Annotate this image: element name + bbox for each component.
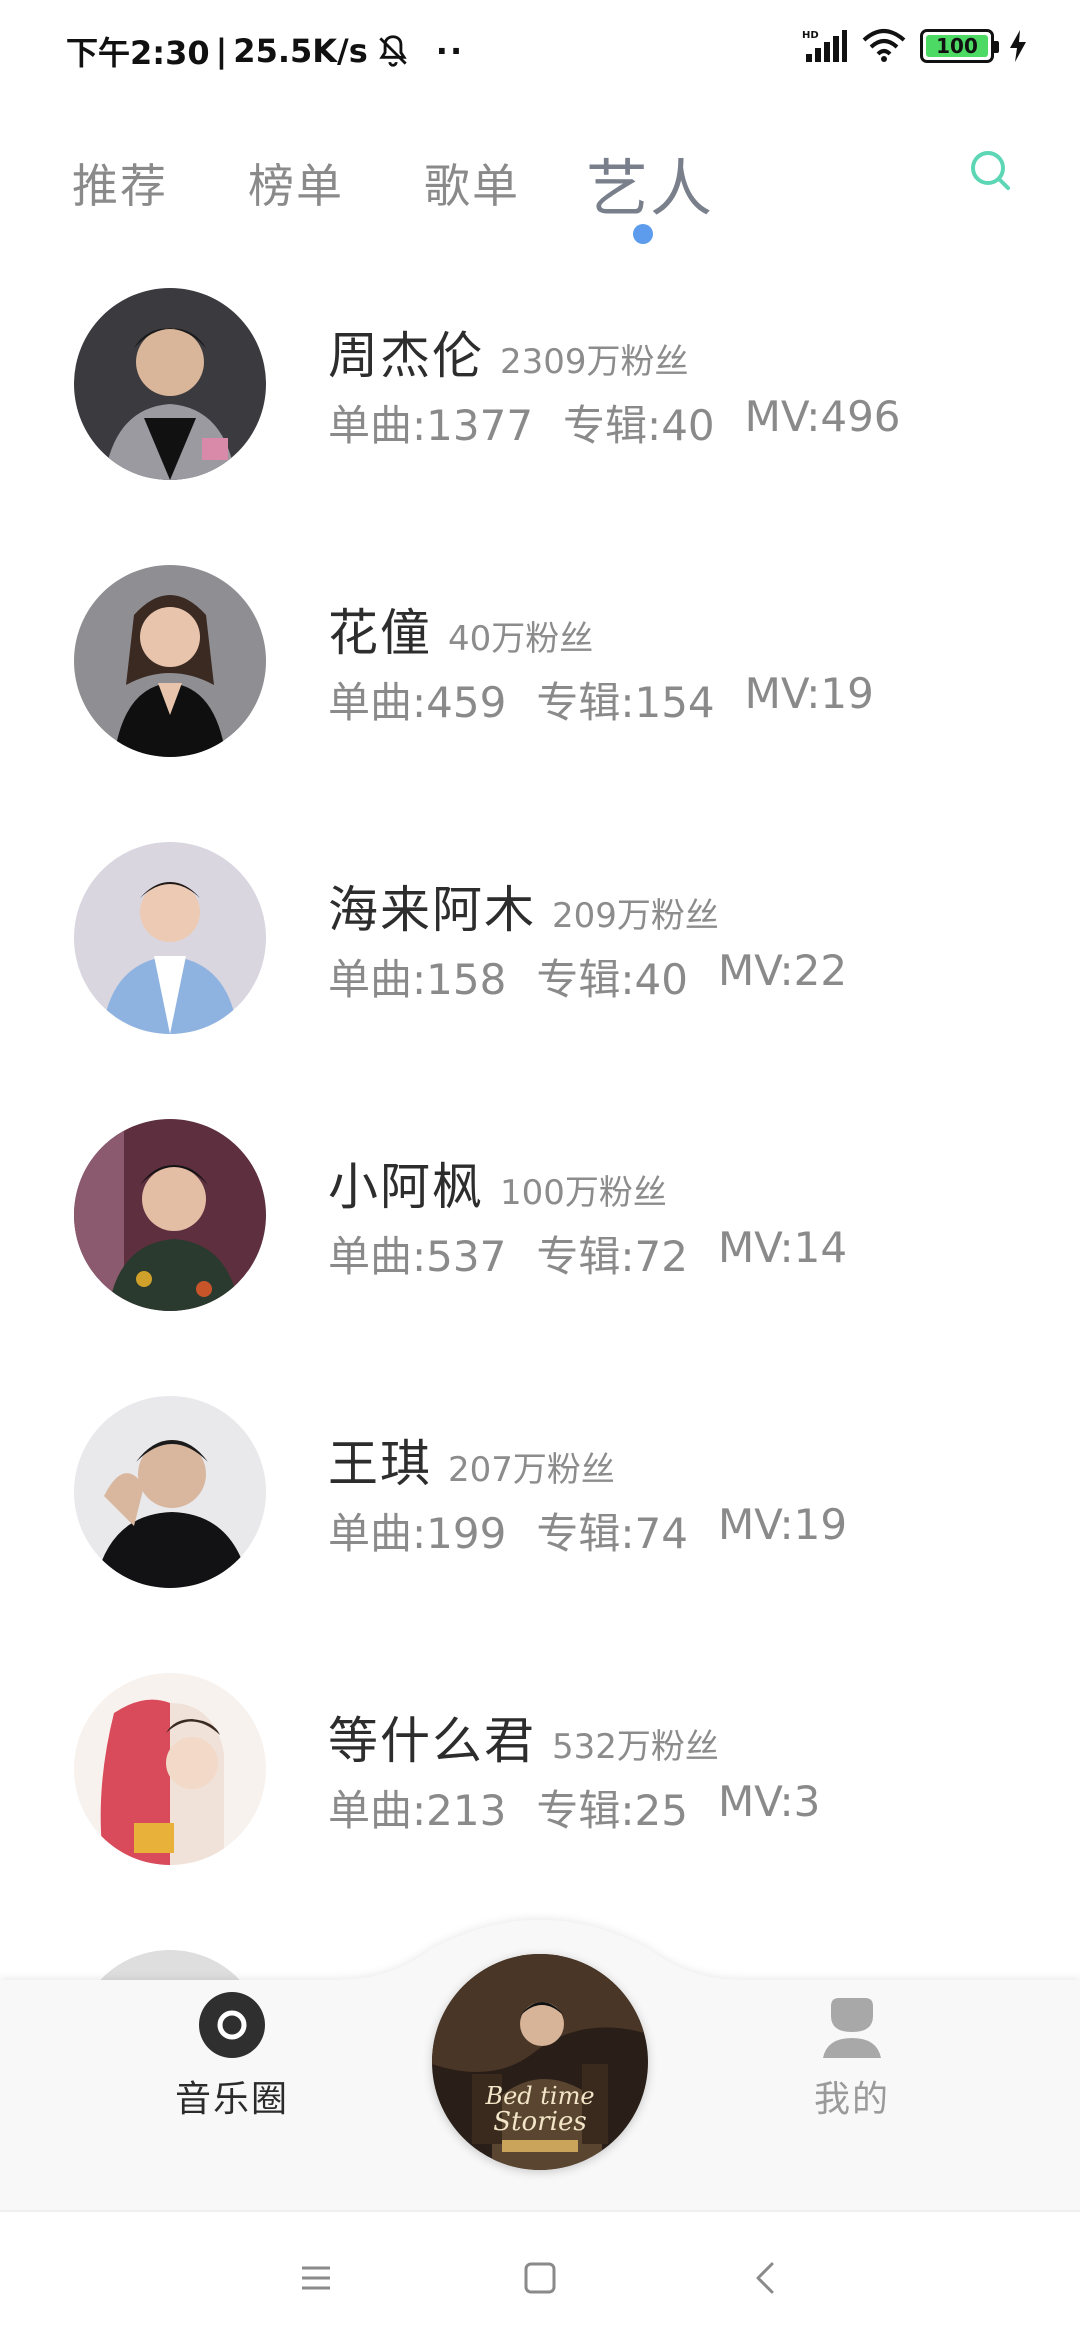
artist-fans: 40万粉丝 xyxy=(448,619,594,659)
menu-icon[interactable] xyxy=(290,2252,342,2304)
artist-name: 花僮 xyxy=(328,604,432,662)
artist-songs: 单曲:459 xyxy=(328,678,507,727)
artist-name-line: 花僮 40万粉丝 xyxy=(328,593,593,665)
artist-stats: 单曲:213 专辑:25 MV:3 xyxy=(328,1777,820,1838)
artist-row[interactable]: 花僮 40万粉丝 单曲:459 专辑:154 MV:19 xyxy=(0,557,1080,767)
artist-fans: 100万粉丝 xyxy=(500,1173,667,1213)
artist-row[interactable]: 小阿枫 100万粉丝 单曲:537 专辑:72 MV:14 xyxy=(0,1111,1080,1321)
artist-stats: 单曲:199 专辑:74 MV:19 xyxy=(328,1500,847,1561)
artist-name: 海来阿木 xyxy=(328,881,536,939)
bottom-navigation: 音乐圈 Bed time Stories 我的 xyxy=(0,1910,1080,2210)
nav-mine-label: 我的 xyxy=(813,2079,890,2120)
search-icon[interactable] xyxy=(966,146,1018,198)
artist-songs: 单曲:213 xyxy=(328,1786,507,1835)
battery-indicator: 100 xyxy=(920,29,999,63)
wifi-icon xyxy=(862,29,906,62)
battery-level: 100 xyxy=(936,34,978,58)
hd-label: HD xyxy=(802,30,819,41)
artist-name: 周杰伦 xyxy=(328,327,484,385)
status-bar: 下午2:30 | 25.5K/s ·· HD 100 xyxy=(0,0,1080,100)
artist-avatar xyxy=(74,1119,266,1311)
artist-albums: 专辑:40 xyxy=(563,401,715,450)
now-playing-disc[interactable]: Bed time Stories xyxy=(432,1954,648,2170)
artist-fans: 532万粉丝 xyxy=(552,1727,719,1767)
artist-name: 王琪 xyxy=(328,1435,432,1493)
artist-albums: 专辑:74 xyxy=(536,1509,688,1558)
artist-songs: 单曲:1377 xyxy=(328,401,534,450)
back-icon[interactable] xyxy=(740,2252,792,2304)
artist-avatar xyxy=(74,1673,266,1865)
disc-title-line2: Stories xyxy=(493,2107,586,2137)
artist-stats: 单曲:537 专辑:72 MV:14 xyxy=(328,1223,847,1284)
system-navigation-bar xyxy=(0,2210,1080,2340)
artist-fans: 207万粉丝 xyxy=(448,1450,615,1490)
artist-albums: 专辑:25 xyxy=(536,1786,688,1835)
status-right: HD 100 xyxy=(802,28,1028,64)
disc-title-line1: Bed time xyxy=(484,2082,594,2110)
tab-playlists[interactable]: 歌单 xyxy=(424,150,520,216)
signal-icon: HD xyxy=(802,30,847,62)
artist-avatar xyxy=(74,1396,266,1588)
artist-name: 小阿枫 xyxy=(328,1158,484,1216)
more-notifications: ·· xyxy=(435,32,465,70)
artist-stats: 单曲:1377 专辑:40 MV:496 xyxy=(328,392,901,453)
artist-mvs: MV:19 xyxy=(744,669,874,718)
nav-mine[interactable]: 我的 xyxy=(782,1990,922,2122)
nav-music-circle[interactable]: 音乐圈 xyxy=(162,1990,302,2122)
artist-mvs: MV:3 xyxy=(717,1777,821,1826)
status-left: 下午2:30 | 25.5K/s ·· xyxy=(66,28,464,74)
artist-name: 等什么君 xyxy=(328,1712,536,1770)
app-screen: 下午2:30 | 25.5K/s ·· HD 100 推荐 榜单 歌单 艺人 周… xyxy=(0,0,1080,2340)
status-time: 下午2:30 xyxy=(66,34,210,72)
artist-row[interactable]: 王琪 207万粉丝 单曲:199 专辑:74 MV:19 xyxy=(0,1388,1080,1598)
music-circle-icon xyxy=(199,1992,265,2058)
category-tabs: 推荐 榜单 歌单 艺人 xyxy=(0,130,1080,250)
artist-songs: 单曲:537 xyxy=(328,1232,507,1281)
artist-mvs: MV:19 xyxy=(717,1500,848,1549)
artist-name-line: 海来阿木 209万粉丝 xyxy=(328,870,719,942)
artist-avatar xyxy=(74,288,266,480)
tab-recommend[interactable]: 推荐 xyxy=(72,150,168,216)
artist-fans: 2309万粉丝 xyxy=(500,342,689,382)
artist-row[interactable]: 周杰伦 2309万粉丝 单曲:1377 专辑:40 MV:496 xyxy=(0,280,1080,490)
tab-artists[interactable]: 艺人 xyxy=(586,138,714,228)
artist-mvs: MV:14 xyxy=(717,1223,848,1272)
artist-stats: 单曲:459 专辑:154 MV:19 xyxy=(328,669,874,730)
artist-row[interactable]: 海来阿木 209万粉丝 单曲:158 专辑:40 MV:22 xyxy=(0,834,1080,1044)
artist-fans: 209万粉丝 xyxy=(552,896,719,936)
tab-charts[interactable]: 榜单 xyxy=(248,150,344,216)
artist-mvs: MV:22 xyxy=(717,946,848,995)
user-icon xyxy=(823,1998,881,2058)
artist-name-line: 小阿枫 100万粉丝 xyxy=(328,1147,667,1219)
mute-icon xyxy=(379,35,407,67)
network-speed: 25.5K/s xyxy=(233,32,368,70)
artist-name-line: 王琪 207万粉丝 xyxy=(328,1424,615,1496)
charging-icon xyxy=(1010,30,1026,62)
artist-albums: 专辑:40 xyxy=(536,955,688,1004)
artist-avatar xyxy=(74,842,266,1034)
home-icon[interactable] xyxy=(514,2252,566,2304)
artist-stats: 单曲:158 专辑:40 MV:22 xyxy=(328,946,847,1007)
artist-row[interactable]: 等什么君 532万粉丝 单曲:213 专辑:25 MV:3 xyxy=(0,1665,1080,1875)
artist-albums: 专辑:72 xyxy=(536,1232,688,1281)
artist-albums: 专辑:154 xyxy=(536,678,715,727)
artist-name-line: 周杰伦 2309万粉丝 xyxy=(328,316,689,388)
active-tab-indicator xyxy=(633,224,653,244)
artist-mvs: MV:496 xyxy=(744,392,901,441)
status-separator: | xyxy=(215,32,228,70)
nav-music-circle-label: 音乐圈 xyxy=(174,2079,289,2120)
artist-name-line: 等什么君 532万粉丝 xyxy=(328,1701,719,1773)
artist-songs: 单曲:199 xyxy=(328,1509,507,1558)
artist-songs: 单曲:158 xyxy=(328,955,507,1004)
artist-avatar xyxy=(74,565,266,757)
